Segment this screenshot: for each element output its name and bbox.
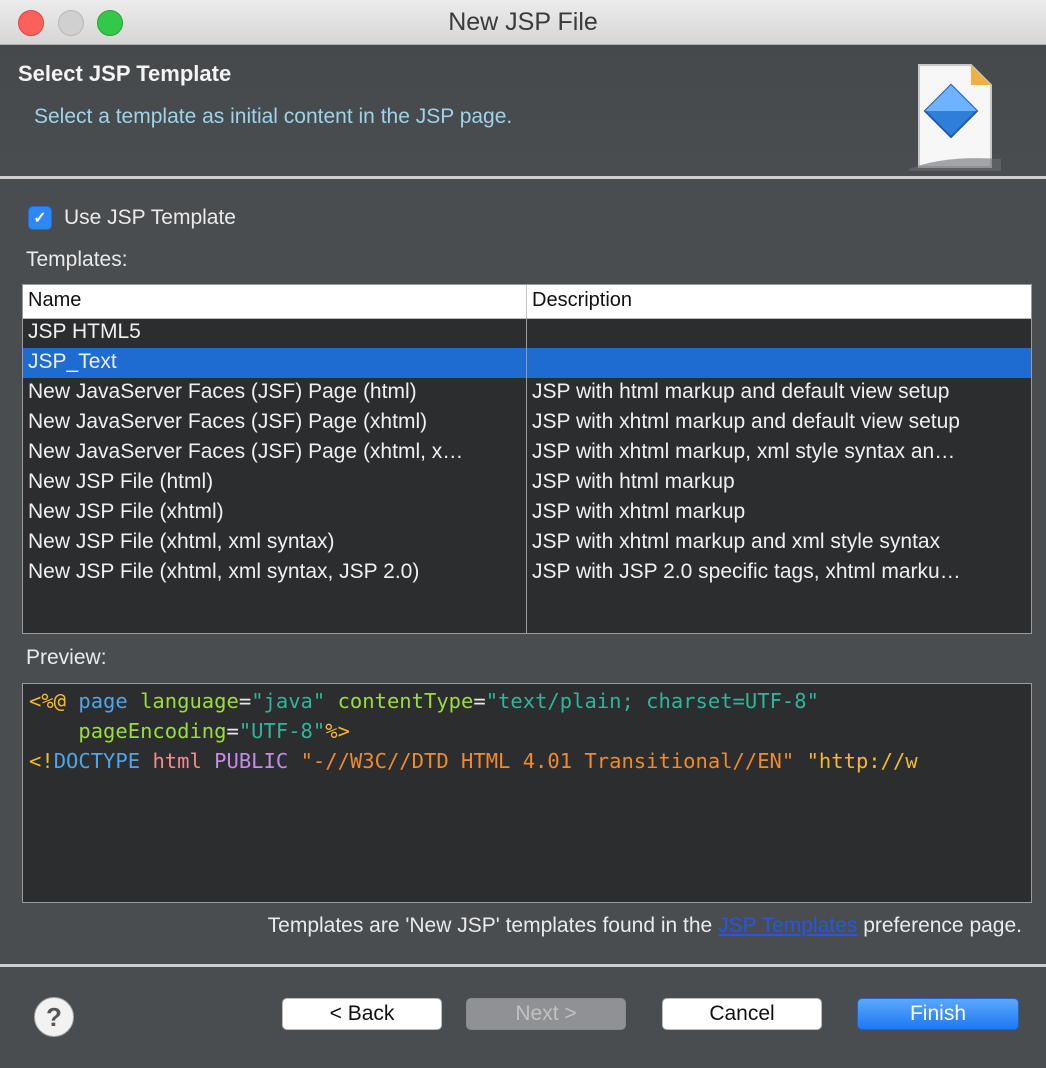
code-token: "java" xyxy=(251,689,326,713)
page-description: Select a template as initial content in … xyxy=(34,105,513,128)
code-token: language xyxy=(140,689,239,713)
footer-separator xyxy=(0,964,1046,967)
template-name: JSP_Text xyxy=(28,350,117,373)
template-name: New JSP File (xhtml) xyxy=(28,500,224,523)
table-row[interactable]: New JavaServer Faces (JSF) Page (xhtml) J… xyxy=(23,408,1031,438)
use-template-label: Use JSP Template xyxy=(64,206,236,229)
template-description: JSP with JSP 2.0 specific tags, xhtml ma… xyxy=(532,560,961,583)
back-button[interactable]: < Back xyxy=(282,998,442,1030)
code-token: %> xyxy=(325,719,350,743)
code-line: <%@ page language="java" contentType="te… xyxy=(29,686,918,716)
table-header: Name Description xyxy=(23,285,1031,319)
table-row[interactable]: JSP_Text xyxy=(23,348,1031,378)
column-header-name[interactable]: Name xyxy=(28,289,81,312)
code-token: page xyxy=(78,689,128,713)
title-bar: New JSP File xyxy=(0,0,1046,45)
footnote-text-before: Templates are 'New JSP' templates found … xyxy=(267,914,719,937)
footnote: Templates are 'New JSP' templates found … xyxy=(268,914,1022,938)
code-token: <%@ xyxy=(29,689,67,713)
templates-table[interactable]: Name Description JSP HTML5 JSP_Text New Ja… xyxy=(22,284,1032,634)
code-token: "UTF-8" xyxy=(238,719,326,743)
code-token: "text/plain; charset=UTF-8" xyxy=(485,689,819,713)
use-template-option[interactable]: ✓ Use JSP Template xyxy=(28,204,236,232)
code-token: = xyxy=(473,689,486,713)
code-token: contentType xyxy=(337,689,474,713)
cancel-button[interactable]: Cancel xyxy=(662,998,822,1030)
table-row[interactable]: New JavaServer Faces (JSF) Page (html) JS… xyxy=(23,378,1031,408)
table-row[interactable]: New JavaServer Faces (JSF) Page (xhtml, … xyxy=(23,438,1031,468)
code-token: "-//W3C//DTD HTML 4.01 Transitional//EN" xyxy=(300,749,795,773)
jsp-templates-link[interactable]: JSP Templates xyxy=(718,914,857,937)
template-name: JSP HTML5 xyxy=(28,320,141,343)
template-name: New JavaServer Faces (JSF) Page (html) xyxy=(28,380,417,403)
table-body: JSP HTML5 JSP_Text New JavaServer Faces (J… xyxy=(23,318,1031,633)
table-row[interactable]: New JSP File (xhtml) JSP with xhtml marku… xyxy=(23,498,1031,528)
code-token: html xyxy=(152,749,202,773)
template-description: JSP with xhtml markup and default view s… xyxy=(532,410,960,433)
code-token: = xyxy=(238,689,252,713)
footnote-text-after: preference page. xyxy=(857,914,1022,937)
header-separator xyxy=(0,176,1046,179)
templates-label: Templates: xyxy=(26,248,128,271)
preview-pane[interactable]: <%@ page language="java" contentType="te… xyxy=(22,683,1032,903)
code-line: pageEncoding="UTF-8"%> xyxy=(29,716,918,746)
code-token: <! xyxy=(29,749,54,773)
finish-button[interactable]: Finish xyxy=(857,998,1019,1030)
preview-code: <%@ page language="java" contentType="te… xyxy=(29,686,918,776)
jsp-file-icon xyxy=(909,64,1001,171)
table-row[interactable]: JSP HTML5 xyxy=(23,318,1031,348)
window-title: New JSP File xyxy=(448,8,598,36)
page-title: Select JSP Template xyxy=(18,61,232,86)
column-divider xyxy=(526,318,527,633)
code-token: = xyxy=(226,719,239,743)
code-token: DOCTYPE xyxy=(53,749,141,773)
table-row[interactable]: New JSP File (xhtml, xml syntax) JSP with… xyxy=(23,528,1031,558)
template-description: JSP with xhtml markup, xml style syntax … xyxy=(532,440,956,463)
code-token: "http://w xyxy=(806,749,918,773)
template-name: New JavaServer Faces (JSF) Page (xhtml, … xyxy=(28,440,464,463)
template-description: JSP with html markup and default view se… xyxy=(532,380,950,403)
wizard-header: Select JSP Template Select a template as… xyxy=(0,45,1046,175)
code-line: <!DOCTYPE html PUBLIC "-//W3C//DTD HTML … xyxy=(29,746,918,776)
template-name: New JSP File (xhtml, xml syntax) xyxy=(28,530,335,553)
template-name: New JSP File (xhtml, xml syntax, JSP 2.0… xyxy=(28,560,420,583)
table-row[interactable]: New JSP File (xhtml, xml syntax, JSP 2.0… xyxy=(23,558,1031,588)
template-name: New JavaServer Faces (JSF) Page (xhtml) xyxy=(28,410,428,433)
template-description: JSP with xhtml markup xyxy=(532,500,746,523)
code-token: PUBLIC xyxy=(214,749,289,773)
column-header-description[interactable]: Description xyxy=(532,289,632,312)
template-name: New JSP File (html) xyxy=(28,470,214,493)
template-description: JSP with html markup xyxy=(532,470,735,493)
template-description: JSP with xhtml markup and xml style synt… xyxy=(532,530,941,553)
code-token: pageEncoding xyxy=(78,719,227,743)
preview-label: Preview: xyxy=(26,646,107,669)
help-icon[interactable]: ? xyxy=(34,997,74,1037)
table-row[interactable]: New JSP File (html) JSP with html markup xyxy=(23,468,1031,498)
next-button[interactable]: Next > xyxy=(466,998,626,1030)
use-template-checkbox[interactable]: ✓ xyxy=(28,206,52,230)
